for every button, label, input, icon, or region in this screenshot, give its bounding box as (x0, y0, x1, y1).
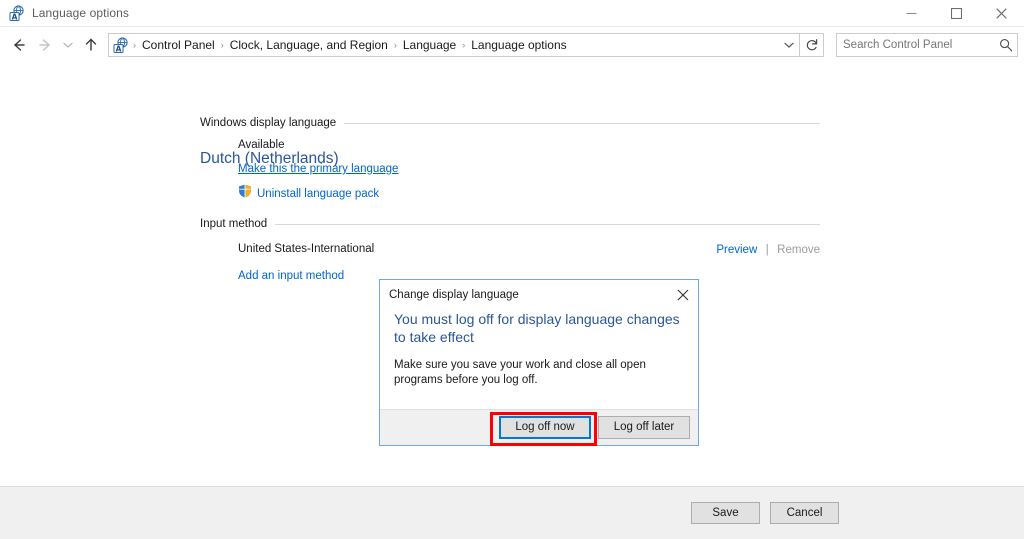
breadcrumb-item-language[interactable]: Language (398, 34, 461, 56)
address-bar[interactable]: A › Control Panel › Clock, Language, and… (108, 32, 800, 57)
dialog-heading: You must log off for display language ch… (394, 311, 680, 345)
group-input-method: Input method United States-International… (200, 217, 820, 284)
search-icon (1000, 38, 1013, 51)
up-arrow-icon (85, 38, 97, 51)
chevron-down-icon (784, 42, 794, 48)
recent-locations-button[interactable] (58, 32, 78, 58)
breadcrumb-item-control-panel[interactable]: Control Panel (137, 34, 220, 56)
address-dropdown-button[interactable] (779, 34, 799, 56)
window-controls (889, 0, 1024, 27)
dialog-footer: Log off now Log off later (380, 409, 698, 445)
change-display-language-dialog: Change display language You must log off… (379, 279, 699, 446)
input-method-actions: Preview | Remove (716, 240, 820, 258)
window-title: Language options (32, 6, 130, 20)
minimize-icon (906, 13, 917, 14)
make-primary-language-link[interactable]: Make this the primary language (238, 163, 398, 175)
group-label: Input method (200, 218, 268, 230)
maximize-button[interactable] (934, 0, 979, 27)
uninstall-language-pack-link[interactable]: Uninstall language pack (257, 188, 379, 200)
language-options-window: A Language options A › Control Panel › C… (0, 0, 1024, 539)
display-language-status: Available (238, 139, 285, 151)
up-button[interactable] (78, 32, 104, 58)
language-options-icon: A (113, 36, 129, 53)
breadcrumb: › Control Panel › Clock, Language, and R… (132, 34, 779, 56)
refresh-icon (806, 38, 817, 50)
group-header: Input method (200, 217, 820, 231)
window-titlebar: A Language options (0, 0, 1024, 27)
forward-button[interactable] (32, 32, 58, 58)
uac-shield-icon (238, 184, 252, 203)
action-separator: | (765, 244, 769, 256)
close-button[interactable] (979, 0, 1024, 27)
breadcrumb-item-language-options[interactable]: Language options (466, 34, 571, 56)
close-icon (677, 289, 689, 300)
back-button[interactable] (6, 32, 32, 58)
minimize-button[interactable] (889, 0, 934, 27)
back-arrow-icon (14, 38, 25, 51)
svg-text:A: A (12, 12, 18, 21)
group-header: Windows display language (200, 116, 820, 130)
svg-text:A: A (116, 44, 122, 53)
dialog-close-button[interactable] (668, 282, 698, 308)
group-divider (344, 122, 820, 124)
save-button[interactable]: Save (691, 502, 760, 524)
navigation-toolbar: A › Control Panel › Clock, Language, and… (0, 27, 1024, 62)
search-box[interactable] (836, 32, 1018, 57)
search-button[interactable] (995, 34, 1017, 56)
remove-link: Remove (777, 244, 820, 256)
log-off-now-button[interactable]: Log off now (499, 416, 591, 439)
group-windows-display-language: Windows display language Available Make … (200, 116, 820, 203)
input-method-row: United States-International Preview | Re… (238, 240, 820, 258)
add-input-method-link[interactable]: Add an input method (238, 270, 344, 282)
close-icon (996, 8, 1007, 19)
dialog-body: You must log off for display language ch… (380, 309, 698, 409)
breadcrumb-item-clock-language-region[interactable]: Clock, Language, and Region (225, 34, 393, 56)
input-method-name: United States-International (238, 243, 375, 255)
log-off-later-button[interactable]: Log off later (598, 416, 690, 439)
uninstall-language-pack-row[interactable]: Uninstall language pack (238, 184, 820, 203)
language-options-icon: A (9, 5, 25, 21)
preview-link[interactable]: Preview (716, 244, 757, 256)
maximize-icon (951, 8, 962, 19)
window-footer: Save Cancel (0, 486, 1024, 539)
search-input[interactable] (837, 37, 995, 52)
group-divider (275, 223, 820, 225)
dialog-message: Make sure you save your work and close a… (394, 359, 646, 386)
refresh-button[interactable] (800, 32, 824, 57)
dialog-title: Change display language (389, 288, 519, 301)
forward-arrow-icon (39, 38, 50, 51)
group-label: Windows display language (200, 117, 337, 129)
content-area: Dutch (Netherlands) Windows display lang… (0, 62, 1024, 486)
cancel-button[interactable]: Cancel (770, 502, 839, 524)
chevron-down-icon (63, 42, 73, 48)
dialog-titlebar: Change display language (380, 280, 698, 309)
